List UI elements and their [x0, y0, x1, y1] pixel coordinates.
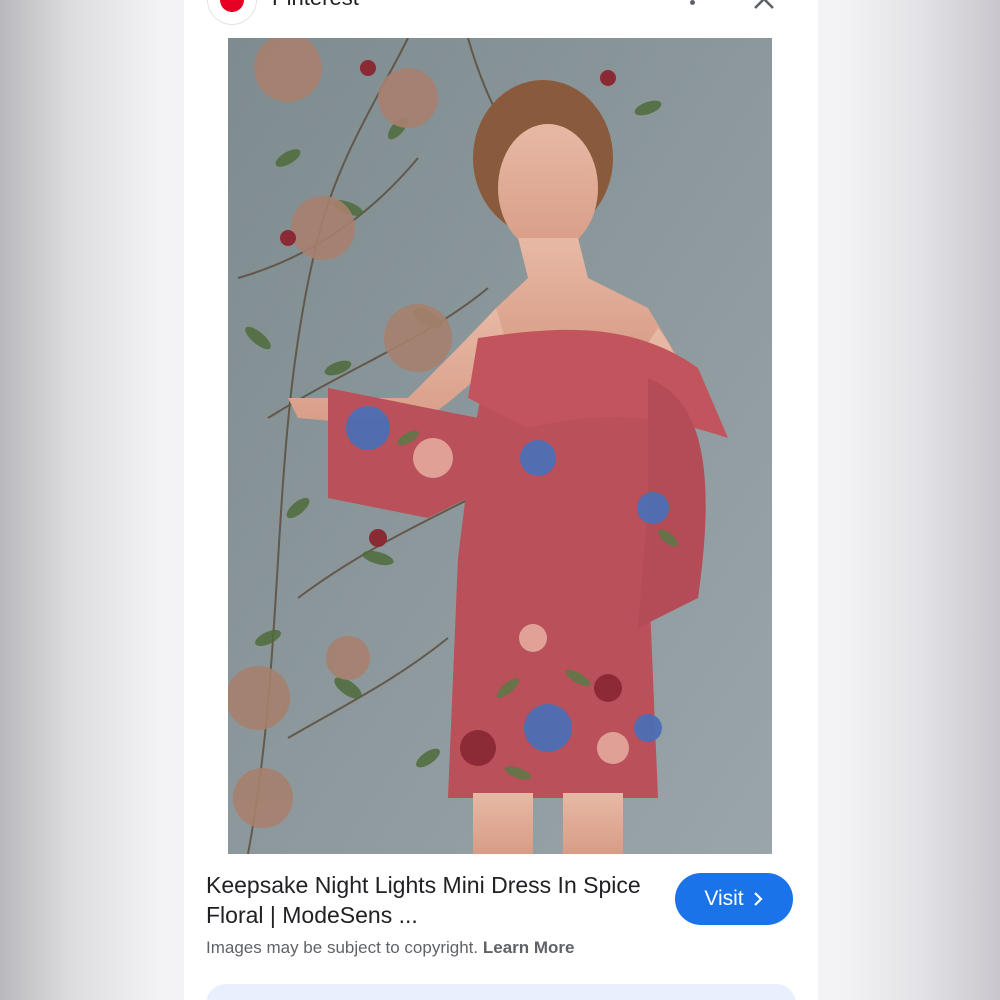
close-icon[interactable]: [750, 0, 778, 14]
image-viewer-panel: Pinterest: [184, 0, 818, 1000]
pinterest-logo-icon[interactable]: [208, 0, 256, 24]
chevron-right-icon: [753, 892, 763, 906]
copyright-notice: Images may be subject to copyright. Lear…: [206, 938, 575, 958]
site-name: Pinterest: [272, 0, 359, 10]
dress-photo[interactable]: [228, 38, 772, 854]
more-vert-icon[interactable]: [680, 0, 704, 16]
copyright-text: Images may be subject to copyright.: [206, 938, 479, 957]
learn-more-link[interactable]: Learn More: [483, 938, 575, 957]
viewer-top-bar: Pinterest: [184, 0, 818, 38]
visit-label: Visit: [704, 887, 744, 910]
visit-button[interactable]: Visit: [675, 873, 793, 925]
result-caption: Keepsake Night Lights Mini Dress In Spic…: [206, 870, 646, 930]
bottom-action-bar[interactable]: [206, 984, 796, 1000]
result-title[interactable]: Keepsake Night Lights Mini Dress In Spic…: [206, 870, 646, 930]
